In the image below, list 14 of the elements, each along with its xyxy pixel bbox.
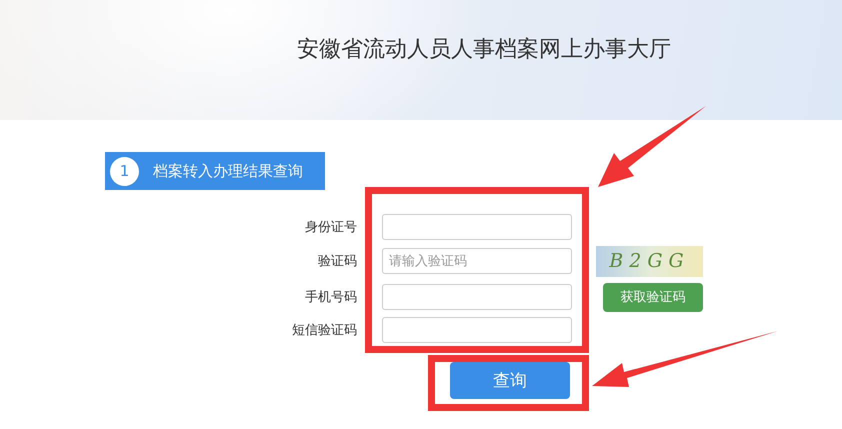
field-label: 验证码 bbox=[317, 253, 357, 270]
field-label: 短信验证码 bbox=[291, 322, 357, 339]
input-field[interactable] bbox=[382, 284, 572, 310]
field-label: 手机号码 bbox=[304, 289, 357, 306]
captcha-image[interactable]: B2GG bbox=[596, 246, 703, 276]
input-field[interactable] bbox=[382, 317, 572, 343]
site-title: 安徽省流动人员人事档案网上办事大厅 bbox=[297, 36, 671, 64]
section-title: 档案转入办理结果查询 bbox=[153, 162, 303, 180]
query-button[interactable]: 查询 bbox=[450, 362, 570, 399]
field-label: 身份证号 bbox=[304, 219, 357, 236]
input-field[interactable]: 请输入验证码 bbox=[382, 248, 572, 274]
step-number: 1 bbox=[110, 156, 139, 186]
input-field[interactable] bbox=[382, 214, 572, 240]
get-code-button[interactable]: 获取验证码 bbox=[603, 282, 703, 312]
